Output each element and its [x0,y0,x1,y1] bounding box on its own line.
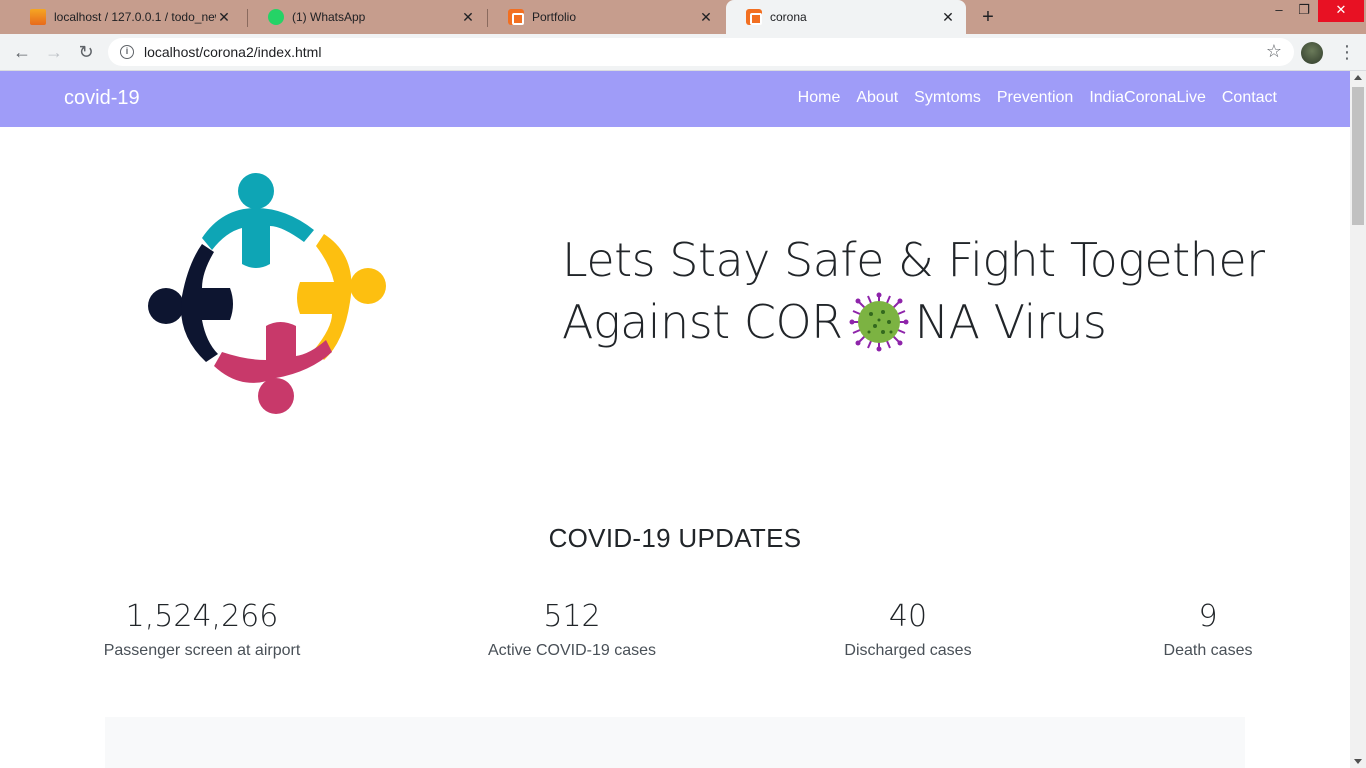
stat-active-cases: 512 Active COVID-19 cases [452,599,692,660]
coronavirus-icon [849,292,909,352]
hero-line-2: Against COR NA Virus [562,291,1265,353]
teal-person-figure [202,173,314,268]
back-arrow-icon[interactable]: ← [10,40,34,64]
forward-arrow-icon[interactable]: → [42,40,66,64]
url-text[interactable]: localhost/corona2/index.html [144,44,321,60]
teamwork-circle-illustration [148,173,386,414]
content-panel [105,717,1245,768]
hero-line-2-start: Against COR [562,295,843,349]
tab-title: localhost / 127.0.0.1 / todo_new [54,10,216,24]
tab-title: corona [770,10,807,24]
hero-line-2-end: NA Virus [914,295,1107,349]
scroll-up-arrow-icon[interactable] [1354,75,1362,80]
tab-phpmyadmin[interactable]: localhost / 127.0.0.1 / todo_new ✕ [10,0,242,34]
nav-link-home[interactable]: Home [798,89,841,107]
bookmark-star-icon[interactable]: ☆ [1266,41,1282,62]
stat-value: 512 [543,599,601,634]
web-page: covid-19 Home About Symtoms Prevention I… [0,71,1350,768]
page-scrollbar[interactable] [1350,71,1366,768]
nav-link-prevention[interactable]: Prevention [997,89,1074,107]
stat-label: Discharged cases [844,642,972,659]
tab-title: Portfolio [532,10,577,24]
stat-label: Active COVID-19 cases [487,642,657,659]
pink-person-figure [214,322,332,414]
xampp-icon [508,9,524,25]
close-icon[interactable]: ✕ [940,9,956,25]
info-icon[interactable]: i [120,45,134,59]
nav-link-indiacoronalive[interactable]: IndiaCoronaLive [1089,89,1206,107]
profile-avatar[interactable] [1301,42,1323,64]
address-bar[interactable]: i localhost/corona2/index.html ☆ [108,38,1294,66]
scroll-down-arrow-icon[interactable] [1354,759,1362,764]
tab-whatsapp[interactable]: (1) WhatsApp ✕ [248,0,486,34]
restore-button[interactable]: ❐ [1291,0,1317,22]
tab-portfolio[interactable]: Portfolio ✕ [488,0,724,34]
hero-headline: Lets Stay Safe & Fight Together Against … [562,229,1265,353]
minimize-button[interactable]: – [1266,0,1292,22]
close-icon[interactable]: ✕ [698,9,714,25]
whatsapp-icon [268,9,284,25]
site-navbar: covid-19 Home About Symtoms Prevention I… [0,71,1350,127]
navy-person-figure [148,244,233,362]
scrollbar-thumb[interactable] [1352,87,1364,225]
window-close-button[interactable]: ✕ [1318,0,1364,22]
stat-value: 40 [888,599,928,634]
stat-deaths: 9 Death cases [1108,599,1308,660]
updates-heading: COVID-19 UPDATES [548,523,802,553]
site-brand[interactable]: covid-19 [64,87,140,110]
more-menu-icon[interactable]: ⋮ [1338,40,1356,64]
browser-toolbar: ← → ↻ i localhost/corona2/index.html ☆ ⋮ [0,34,1366,71]
nav-links: Home About Symtoms Prevention IndiaCoron… [798,89,1277,107]
stat-value: 9 [1198,599,1218,634]
nav-link-symtoms[interactable]: Symtoms [914,89,981,107]
stat-label: Death cases [1163,642,1253,659]
xampp-icon [746,9,762,25]
close-icon[interactable]: ✕ [460,9,476,25]
reload-icon[interactable]: ↻ [74,40,98,64]
nav-link-contact[interactable]: Contact [1222,89,1277,107]
yellow-person-figure [297,234,386,360]
hero-line-1: Lets Stay Safe & Fight Together [562,233,1265,287]
phpmyadmin-icon [30,9,46,25]
stat-label: Passenger screen at airport [103,642,301,659]
stat-passengers: 1,524,266 Passenger screen at airport [82,599,322,660]
stat-discharged: 40 Discharged cases [788,599,1028,660]
new-tab-button[interactable]: + [977,6,999,28]
nav-link-about[interactable]: About [856,89,898,107]
tab-corona[interactable]: corona ✕ [726,0,966,34]
stat-value: 1,524,266 [125,599,279,634]
close-icon[interactable]: ✕ [216,9,232,25]
browser-tab-strip: localhost / 127.0.0.1 / todo_new ✕ (1) W… [0,0,1366,34]
tab-title: (1) WhatsApp [292,10,366,24]
